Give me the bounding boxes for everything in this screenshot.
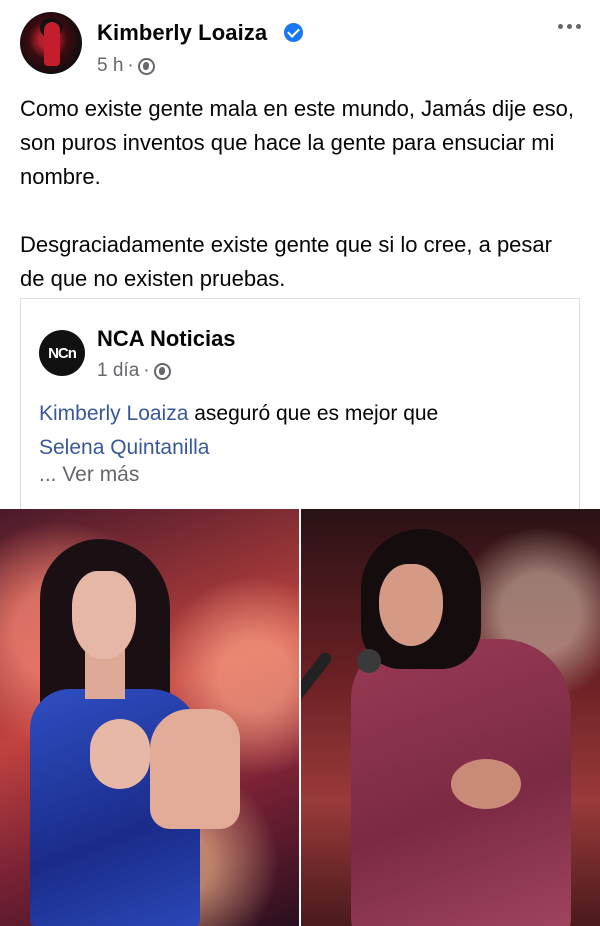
microphone-icon xyxy=(357,649,381,673)
shared-post-meta: 1 día · xyxy=(97,360,171,382)
see-more-link[interactable]: ... Ver más xyxy=(39,463,139,487)
post-paragraph-2: Desgraciadamente existe gente que si lo … xyxy=(20,232,552,291)
mention-kimberly-loaiza[interactable]: Kimberly Loaiza xyxy=(39,402,188,425)
meta-separator: · xyxy=(127,55,134,76)
shared-page-name[interactable]: NCA Noticias xyxy=(97,326,236,352)
shared-post-text: Kimberly Loaiza aseguró que es mejor que… xyxy=(39,397,559,465)
post-text: Como existe gente mala en este mundo, Ja… xyxy=(20,92,580,296)
photo-left[interactable] xyxy=(0,509,299,926)
globe-icon[interactable] xyxy=(153,362,171,380)
shared-text-middle: aseguró que es mejor que xyxy=(188,402,439,425)
shared-post-media[interactable] xyxy=(0,509,600,926)
verified-badge-icon xyxy=(284,23,303,42)
shared-post-card[interactable]: NCn NCA Noticias 1 día · Kimberly Loaiza… xyxy=(20,298,580,510)
photo-right[interactable] xyxy=(301,509,600,926)
avatar-figure xyxy=(44,22,60,66)
post-paragraph-1: Como existe gente mala en este mundo, Ja… xyxy=(20,96,574,189)
globe-icon[interactable] xyxy=(137,57,155,75)
nca-logo[interactable]: NCn xyxy=(39,330,85,376)
post-meta: 5 h · xyxy=(97,55,155,77)
author-avatar[interactable] xyxy=(20,12,82,74)
mention-selena-quintanilla[interactable]: Selena Quintanilla xyxy=(39,436,209,459)
author-name[interactable]: Kimberly Loaiza xyxy=(97,20,267,46)
more-options-icon[interactable] xyxy=(555,16,583,36)
shared-meta-separator: · xyxy=(143,360,150,381)
shared-post-time[interactable]: 1 día xyxy=(97,360,139,382)
post-header: Kimberly Loaiza 5 h · xyxy=(0,0,600,90)
post-time[interactable]: 5 h xyxy=(97,55,123,77)
